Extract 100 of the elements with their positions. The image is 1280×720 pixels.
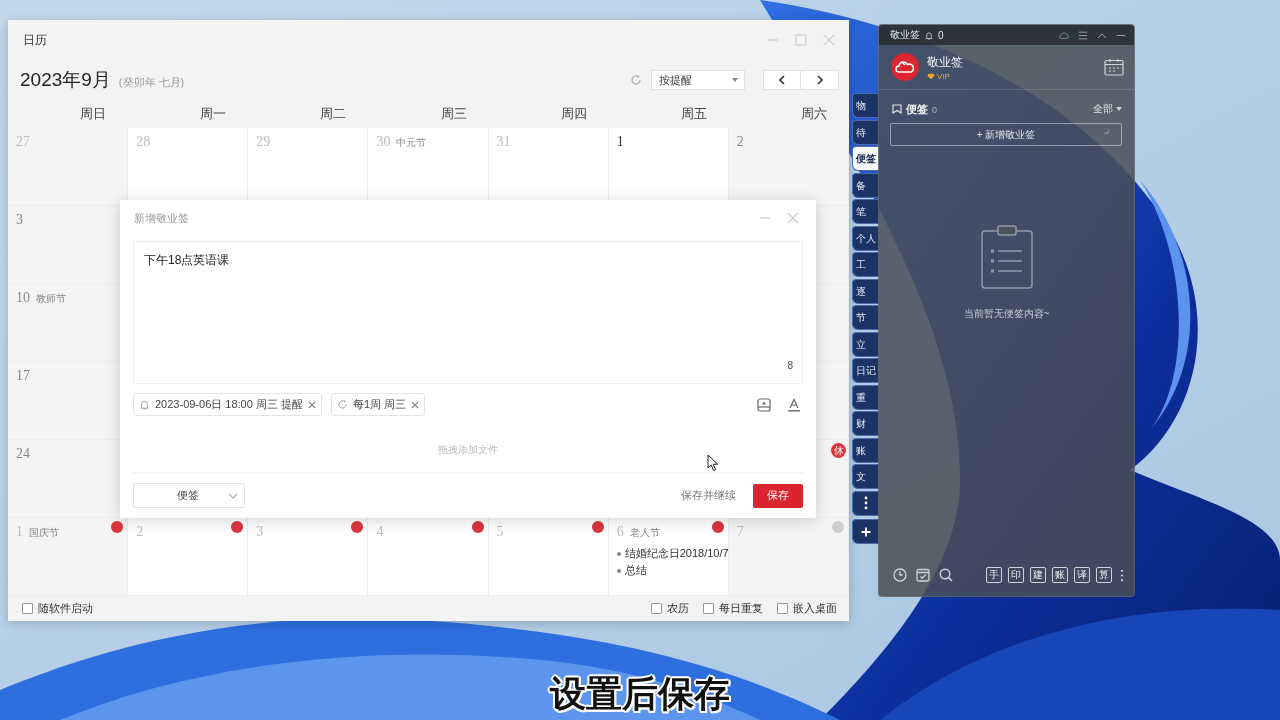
category-tab[interactable]: 便签 — [852, 146, 879, 171]
repeat-tag[interactable]: 每1周 周三 — [330, 393, 426, 416]
festival-label: 国庆节 — [29, 526, 59, 540]
bell-icon[interactable] — [924, 30, 934, 40]
day-number: 4 — [376, 524, 384, 540]
dialog-title: 新增敬业签 — [134, 210, 189, 226]
day-number: 30 — [376, 134, 391, 150]
checkbox[interactable] — [703, 603, 714, 614]
search-icon[interactable] — [939, 568, 953, 582]
category-tab[interactable]: 财 — [852, 411, 879, 436]
diamond-icon — [927, 72, 935, 80]
window-title: 日历 — [23, 31, 47, 49]
add-tab-button[interactable] — [852, 519, 879, 544]
chevron-up-icon[interactable] — [1097, 30, 1107, 40]
view-select[interactable]: 按提醒 — [651, 70, 745, 90]
checkbox[interactable] — [651, 603, 662, 614]
tool-button[interactable]: 账 — [1052, 567, 1068, 583]
vertical-dots-icon[interactable] — [1120, 568, 1124, 582]
day-number: 29 — [256, 134, 271, 150]
day-number: 1 — [616, 134, 624, 150]
expand-corner-icon — [1104, 129, 1109, 134]
menu-icon[interactable] — [1078, 30, 1088, 40]
day-number: 24 — [16, 446, 30, 462]
day-number: 2 — [136, 524, 144, 540]
holiday-badge-icon — [591, 521, 604, 533]
day-number: 3 — [16, 212, 23, 228]
day-cell[interactable]: 6 老人节 结婚纪念日2018/10/7 总结 — [608, 518, 729, 596]
save-button[interactable]: 保存 — [753, 483, 803, 508]
subtitle-caption: 设置后保存 — [550, 672, 730, 716]
mouse-pointer-icon — [707, 454, 719, 472]
remove-icon[interactable] — [411, 400, 420, 409]
checkbox[interactable] — [777, 603, 788, 614]
previous-month-button[interactable] — [763, 70, 801, 90]
weekday-label: 周日 — [79, 105, 108, 123]
section-title: 便签 — [906, 101, 928, 117]
notification-count: 0 — [938, 29, 944, 41]
weekday-label: 周四 — [559, 105, 588, 123]
festival-label: 教师节 — [36, 292, 66, 306]
clipboard-icon — [980, 225, 1033, 289]
bullet-icon — [616, 568, 621, 573]
note-icon — [892, 104, 902, 114]
remove-icon[interactable] — [307, 400, 316, 409]
category-tab[interactable]: 日记 — [852, 358, 879, 383]
lunar-date: (癸卯年 七月) — [118, 75, 185, 90]
category-tab[interactable]: 节 — [852, 305, 879, 330]
text-format-icon[interactable] — [787, 397, 801, 412]
holiday-badge-icon — [351, 521, 364, 533]
clock-icon[interactable] — [893, 568, 907, 582]
event-title[interactable]: 结婚纪念日2018/10/7 — [624, 546, 729, 561]
category-select[interactable]: 便签 — [133, 483, 245, 508]
save-continue-button[interactable]: 保存并继续 — [681, 488, 736, 503]
day-number: 31 — [496, 134, 511, 150]
holiday-badge: 休 — [831, 443, 846, 458]
weekday-label: 周三 — [439, 105, 468, 123]
filter-dropdown[interactable]: 全部 — [1093, 102, 1122, 116]
chevron-left-icon — [779, 75, 785, 85]
add-note-button[interactable]: + 新增敬业签 — [890, 123, 1122, 146]
checkbox[interactable] — [22, 603, 33, 614]
festival-label: 老人节 — [629, 526, 660, 540]
vertical-dots-icon — [864, 496, 868, 510]
category-tab[interactable]: 物 — [852, 93, 879, 118]
repeat-icon — [336, 399, 348, 410]
weekday-label: 周一 — [199, 105, 228, 123]
bullet-icon — [616, 551, 621, 556]
tool-button[interactable]: 译 — [1074, 567, 1090, 583]
day-number: 17 — [16, 368, 30, 384]
reminder-tag[interactable]: 2023-09-06日 18:00 周三 提醒 — [133, 393, 322, 416]
caret-down-icon — [732, 78, 738, 82]
cloud-icon[interactable] — [1059, 30, 1069, 40]
caret-down-icon — [1116, 107, 1122, 111]
holiday-badge-icon — [832, 521, 844, 533]
user-name[interactable]: 敬业签 — [927, 53, 963, 71]
category-tab[interactable]: 工 — [852, 252, 879, 277]
bell-icon — [139, 399, 150, 410]
char-count: 8 — [787, 360, 793, 371]
next-month-button[interactable] — [801, 70, 839, 90]
note-text-area[interactable]: 下午18点英语课 8 — [133, 241, 803, 384]
category-tab[interactable]: 文 — [852, 464, 879, 489]
tray-icon[interactable] — [757, 397, 771, 412]
tool-button[interactable]: 手 — [986, 567, 1002, 583]
day-number: 5 — [496, 524, 504, 540]
empty-state-text: 当前暂无便签内容~ — [963, 307, 1050, 321]
panel-title: 敬业签 — [890, 28, 920, 42]
vip-label: VIP — [937, 71, 950, 81]
category-tab[interactable]: 笔 — [852, 199, 879, 224]
calendar-icon[interactable] — [1104, 58, 1124, 76]
day-number: 10 — [16, 290, 30, 306]
tool-button[interactable]: 算 — [1096, 567, 1112, 583]
tool-button[interactable]: 印 — [1008, 567, 1024, 583]
day-number: 3 — [256, 524, 264, 540]
note-count: 0 — [932, 104, 937, 115]
cloud-logo-icon[interactable] — [891, 53, 919, 81]
weekday-label: 周六 — [800, 105, 828, 123]
tool-button[interactable]: 建 — [1030, 567, 1046, 583]
event-title[interactable]: 总结 — [624, 563, 647, 578]
day-number: 28 — [136, 134, 151, 150]
checkbox-label: 每日重复 — [719, 601, 763, 616]
calendar-check-icon[interactable] — [916, 568, 930, 582]
festival-label: 中元节 — [396, 136, 427, 150]
holiday-badge-icon — [231, 521, 244, 533]
